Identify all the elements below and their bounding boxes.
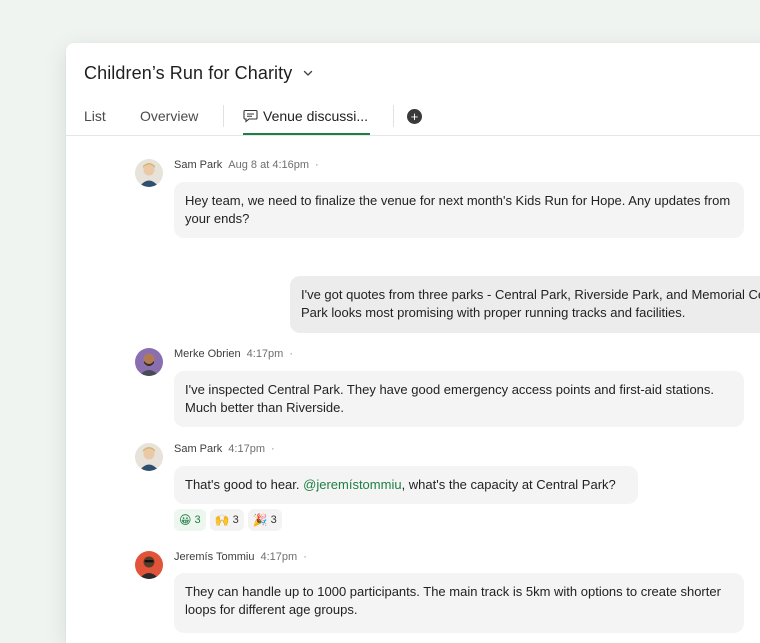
- message-meta: Sam Park 4:17pm ·: [174, 443, 275, 455]
- message-text: Hey team, we need to finalize the venue …: [185, 193, 731, 226]
- avatar-sam-park: [135, 159, 163, 187]
- meta-dot: ·: [289, 348, 294, 360]
- project-title-row[interactable]: Children’s Run for Charity: [84, 61, 314, 85]
- message-text: I've got quotes from three parks - Centr…: [301, 287, 760, 320]
- message-text: They can handle up to 1000 participants.…: [185, 584, 721, 617]
- message-meta: Merke Obrien 4:17pm ·: [174, 348, 293, 360]
- add-tab-button[interactable]: +: [407, 109, 422, 124]
- meta-dot: ·: [303, 551, 307, 563]
- message-meta: Jeremís Tommiu 4:17pm ·: [174, 551, 307, 563]
- avatar[interactable]: [135, 551, 163, 579]
- message-text: I've inspected Central Park. They have g…: [185, 382, 715, 415]
- author-name[interactable]: Merke Obrien: [174, 348, 241, 360]
- meta-dot: ·: [271, 443, 275, 455]
- timestamp: 4:17pm: [246, 348, 284, 360]
- author-name[interactable]: Jeremís Tommiu: [174, 551, 254, 563]
- plus-icon: +: [410, 109, 419, 124]
- timestamp: Aug 8 at 4:16pm: [228, 159, 310, 171]
- avatar-jeremis-tommiu: [135, 551, 163, 579]
- meta-dot: ·: [315, 159, 319, 171]
- message-bubble: They can handle up to 1000 participants.…: [174, 573, 744, 633]
- timestamp: 4:17pm: [260, 551, 298, 563]
- tab-list[interactable]: List: [84, 99, 106, 133]
- project-panel: Children’s Run for Charity List Overview…: [66, 43, 760, 643]
- message-bubble: That's good to hear. @jeremístommiu, wha…: [174, 466, 638, 504]
- message-text: , what's the capacity at Central Park?: [401, 477, 616, 492]
- message-bubble: I've inspected Central Park. They have g…: [174, 371, 744, 427]
- reaction-count: 3: [194, 514, 201, 526]
- author-name[interactable]: Sam Park: [174, 443, 222, 455]
- tab-divider: [223, 105, 224, 127]
- tab-overview[interactable]: Overview: [140, 99, 198, 133]
- tab-divider: [393, 105, 394, 127]
- reaction-grinning[interactable]: 😀 3: [174, 509, 206, 531]
- avatar[interactable]: [135, 159, 163, 187]
- author-name[interactable]: Sam Park: [174, 159, 222, 171]
- party-popper-icon: 🎉: [252, 513, 268, 527]
- avatar[interactable]: [135, 443, 163, 471]
- own-message-bubble: I've got quotes from three parks - Centr…: [290, 276, 760, 333]
- grinning-face-icon: 😀: [179, 513, 192, 527]
- raised-hands-icon: 🙌: [214, 513, 230, 527]
- chat-bubble-icon: [243, 109, 258, 123]
- reaction-count: 3: [270, 514, 277, 526]
- avatar[interactable]: [135, 348, 163, 376]
- chevron-down-icon[interactable]: [302, 67, 314, 79]
- tab-venue-discussion[interactable]: Venue discussi...: [243, 99, 370, 135]
- message-bubble: Hey team, we need to finalize the venue …: [174, 182, 744, 238]
- reactions-bar: 😀 3 🙌 3 🎉 3: [174, 509, 282, 531]
- tab-bar: List Overview Venue discussi... +: [66, 99, 760, 136]
- project-title: Children’s Run for Charity: [84, 62, 293, 83]
- avatar-merke-obrien: [135, 348, 163, 376]
- reaction-count: 3: [232, 514, 239, 526]
- user-mention[interactable]: @jeremístommiu: [303, 477, 401, 492]
- reaction-raised-hands[interactable]: 🙌 3: [209, 509, 244, 531]
- message-text: That's good to hear.: [185, 477, 304, 492]
- timestamp: 4:17pm: [228, 443, 265, 455]
- avatar-sam-park: [135, 443, 163, 471]
- message-meta: Sam Park Aug 8 at 4:16pm ·: [174, 159, 319, 171]
- reaction-party[interactable]: 🎉 3: [247, 509, 282, 531]
